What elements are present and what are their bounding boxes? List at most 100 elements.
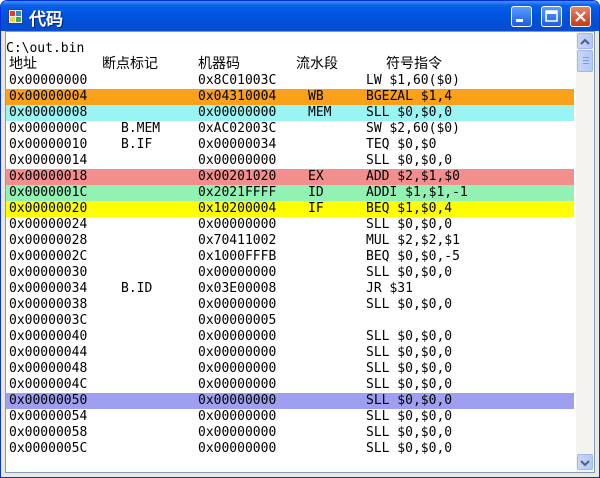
machine-code-cell: 0x00000000 bbox=[198, 345, 277, 360]
address-cell: 0x0000003C bbox=[9, 313, 88, 328]
code-row[interactable]: 0x00000008 0x00000000 MEM SLL $0,$0,0 bbox=[6, 105, 574, 121]
code-row[interactable]: 0x0000005C 0x00000000 SLL $0,$0,0 bbox=[6, 441, 574, 457]
minimize-button[interactable] bbox=[511, 6, 532, 27]
address-cell: 0x00000018 bbox=[9, 169, 88, 184]
minimize-icon bbox=[516, 19, 523, 22]
instruction-cell: SW $2,60($0) bbox=[366, 121, 460, 136]
code-view[interactable]: C:\out.bin 地址 断点标记 机器码 流水段 符号指令 0x000000… bbox=[5, 31, 595, 473]
machine-code-cell: 0x00000000 bbox=[198, 409, 277, 424]
code-row[interactable]: 0x00000014 0x00000000 SLL $0,$0,0 bbox=[6, 153, 574, 169]
code-row[interactable]: 0x00000044 0x00000000 SLL $0,$0,0 bbox=[6, 345, 574, 361]
instruction-cell: ADDI $1,$1,-1 bbox=[366, 185, 468, 200]
address-cell: 0x00000004 bbox=[9, 89, 88, 104]
machine-code-cell: 0x8C01003C bbox=[198, 73, 277, 88]
machine-code-cell: 0x00000000 bbox=[198, 329, 277, 344]
address-cell: 0x00000038 bbox=[9, 297, 88, 312]
address-cell: 0x00000044 bbox=[9, 345, 88, 360]
machine-code-cell: 0x04310004 bbox=[198, 89, 277, 104]
address-cell: 0x00000000 bbox=[9, 73, 88, 88]
stage-cell: IF bbox=[308, 201, 324, 216]
instruction-cell: SLL $0,$0,0 bbox=[366, 297, 453, 312]
code-row[interactable]: 0x00000054 0x00000000 SLL $0,$0,0 bbox=[6, 409, 574, 425]
instruction-cell: SLL $0,$0,0 bbox=[366, 345, 453, 360]
code-row[interactable]: 0x00000048 0x00000000 SLL $0,$0,0 bbox=[6, 361, 574, 377]
code-row[interactable]: 0x00000040 0x00000000 SLL $0,$0,0 bbox=[6, 329, 574, 345]
instruction-cell: BEQ $0,$0,-5 bbox=[366, 249, 460, 264]
machine-code-cell: 0x00201020 bbox=[198, 169, 277, 184]
address-cell: 0x00000034 bbox=[9, 281, 88, 296]
code-row[interactable]: 0x00000018 0x00201020 EX ADD $2,$1,$0 bbox=[6, 169, 574, 185]
machine-code-cell: 0x00000000 bbox=[198, 217, 277, 232]
instruction-cell: SLL $0,$0,0 bbox=[366, 153, 453, 168]
code-row[interactable]: 0x0000000C B.MEM 0xAC02003C SW $2,60($0) bbox=[6, 121, 574, 137]
code-row[interactable]: 0x0000001C 0x2021FFFF ID ADDI $1,$1,-1 bbox=[6, 185, 574, 201]
address-cell: 0x00000030 bbox=[9, 265, 88, 280]
code-listing: C:\out.bin 地址 断点标记 机器码 流水段 符号指令 0x000000… bbox=[6, 32, 574, 472]
instruction-cell: SLL $0,$0,0 bbox=[366, 361, 453, 376]
header-instruction: 符号指令 bbox=[386, 56, 442, 72]
instruction-cell: SLL $0,$0,0 bbox=[366, 217, 453, 232]
code-row[interactable]: 0x0000002C 0x1000FFFB BEQ $0,$0,-5 bbox=[6, 249, 574, 265]
code-row[interactable]: 0x00000058 0x00000000 SLL $0,$0,0 bbox=[6, 425, 574, 441]
machine-code-cell: 0x70411002 bbox=[198, 233, 277, 248]
scroll-thumb[interactable] bbox=[577, 50, 593, 72]
instruction-cell: SLL $0,$0,0 bbox=[366, 105, 453, 120]
code-row[interactable]: 0x00000004 0x04310004 WB BGEZAL $1,4 bbox=[6, 89, 574, 105]
instruction-cell: JR $31 bbox=[366, 281, 413, 296]
address-cell: 0x00000058 bbox=[9, 425, 88, 440]
machine-code-cell: 0x00000000 bbox=[198, 153, 277, 168]
machine-code-cell: 0x2021FFFF bbox=[198, 185, 277, 200]
close-icon bbox=[575, 11, 586, 22]
address-cell: 0x00000028 bbox=[9, 233, 88, 248]
app-window: 代码 C:\out.bin 地址 断点标记 机器码 流水段 符号指令 0x000… bbox=[0, 0, 600, 478]
scroll-up-button[interactable] bbox=[577, 33, 593, 49]
instruction-cell: ADD $2,$1,$0 bbox=[366, 169, 460, 184]
code-row[interactable]: 0x00000030 0x00000000 SLL $0,$0,0 bbox=[6, 265, 574, 281]
title-bar[interactable]: 代码 bbox=[1, 1, 599, 31]
instruction-cell: MUL $2,$2,$1 bbox=[366, 233, 460, 248]
vertical-scrollbar[interactable] bbox=[576, 32, 594, 472]
code-row[interactable]: 0x00000024 0x00000000 SLL $0,$0,0 bbox=[6, 217, 574, 233]
header-address: 地址 bbox=[9, 56, 37, 72]
close-button[interactable] bbox=[570, 6, 591, 27]
machine-code-cell: 0x00000000 bbox=[198, 265, 277, 280]
column-headers: 地址 断点标记 机器码 流水段 符号指令 bbox=[6, 56, 574, 72]
breakpoint-cell: B.MEM bbox=[121, 121, 161, 136]
code-row[interactable]: 0x00000050 0x00000000 SLL $0,$0,0 bbox=[6, 393, 574, 409]
code-row[interactable]: 0x0000004C 0x00000000 SLL $0,$0,0 bbox=[6, 377, 574, 393]
machine-code-cell: 0x10200004 bbox=[198, 201, 277, 216]
chevron-down-icon bbox=[580, 460, 590, 467]
address-cell: 0x00000040 bbox=[9, 329, 88, 344]
header-pipeline-stage: 流水段 bbox=[296, 56, 338, 72]
stage-cell: MEM bbox=[308, 105, 332, 120]
code-row[interactable]: 0x00000034 B.ID 0x03E00008 JR $31 bbox=[6, 281, 574, 297]
breakpoint-cell: B.ID bbox=[121, 281, 153, 296]
machine-code-cell: 0x00000000 bbox=[198, 425, 277, 440]
address-cell: 0x00000054 bbox=[9, 409, 88, 424]
code-row[interactable]: 0x00000038 0x00000000 SLL $0,$0,0 bbox=[6, 297, 574, 313]
address-cell: 0x00000014 bbox=[9, 153, 88, 168]
address-cell: 0x00000020 bbox=[9, 201, 88, 216]
instruction-cell: BEQ $1,$0,4 bbox=[366, 201, 453, 216]
code-row[interactable]: 0x00000020 0x10200004 IF BEQ $1,$0,4 bbox=[6, 201, 574, 217]
address-cell: 0x00000010 bbox=[9, 137, 88, 152]
machine-code-cell: 0x00000000 bbox=[198, 297, 277, 312]
machine-code-cell: 0xAC02003C bbox=[198, 121, 277, 136]
code-row[interactable]: 0x00000010 B.IF 0x00000034 TEQ $0,$0 bbox=[6, 137, 574, 153]
instruction-cell: SLL $0,$0,0 bbox=[366, 329, 453, 344]
file-path: C:\out.bin bbox=[6, 41, 85, 56]
instruction-cell: LW $1,60($0) bbox=[366, 73, 460, 88]
code-row[interactable]: 0x00000000 0x8C01003C LW $1,60($0) bbox=[6, 73, 574, 89]
instruction-cell: SLL $0,$0,0 bbox=[366, 409, 453, 424]
address-cell: 0x0000005C bbox=[9, 441, 88, 456]
address-cell: 0x0000004C bbox=[9, 377, 88, 392]
machine-code-cell: 0x00000005 bbox=[198, 313, 277, 328]
code-row[interactable]: 0x0000003C 0x00000005 bbox=[6, 313, 574, 329]
instruction-cell: SLL $0,$0,0 bbox=[366, 393, 453, 408]
maximize-button[interactable] bbox=[541, 6, 562, 27]
scroll-down-button[interactable] bbox=[577, 454, 593, 470]
address-cell: 0x00000024 bbox=[9, 217, 88, 232]
code-row[interactable]: 0x00000028 0x70411002 MUL $2,$2,$1 bbox=[6, 233, 574, 249]
maximize-icon bbox=[545, 10, 558, 22]
instruction-cell: SLL $0,$0,0 bbox=[366, 441, 453, 456]
